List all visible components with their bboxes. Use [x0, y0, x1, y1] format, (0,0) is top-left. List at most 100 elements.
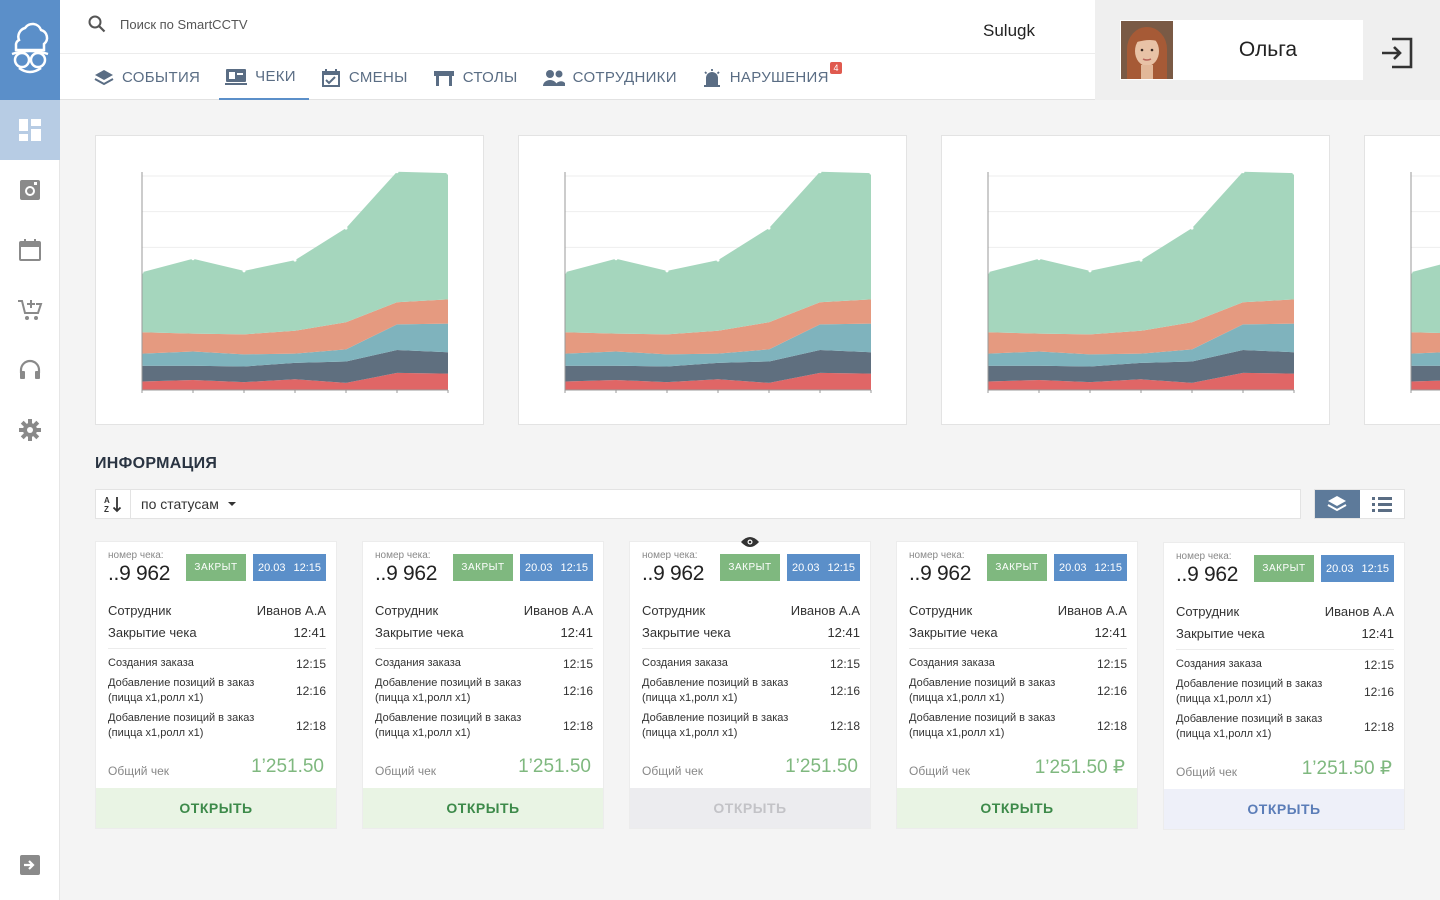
event-time: 12:18	[295, 719, 326, 733]
employee-label: Сотрудник	[909, 603, 973, 618]
tab-label: ЧЕКИ	[255, 68, 296, 85]
avatar	[1121, 21, 1173, 79]
tab-shifts[interactable]: СМЕНЫ	[315, 55, 421, 100]
time: 12:15	[1094, 561, 1123, 574]
receipt-number-label: номер чека:	[1176, 551, 1232, 562]
open-button[interactable]: ОТКРЫТЬ	[1164, 789, 1404, 829]
logout-button[interactable]	[1379, 36, 1415, 70]
tab-receipts[interactable]: ЧЕКИ	[219, 55, 309, 100]
employee-name: Иванов А.А	[523, 603, 593, 618]
tab-employees[interactable]: СОТРУДНИКИ	[537, 55, 690, 100]
receipt-number: ..9 962	[909, 562, 972, 585]
employee-name: Иванов А.А	[1324, 604, 1394, 619]
area-chart	[563, 170, 873, 393]
status-badge: ЗАКРЫТ	[453, 554, 513, 581]
total-amount: 1’251.50	[785, 756, 858, 777]
divider	[108, 648, 326, 649]
sidebar-item-cameras[interactable]	[0, 160, 60, 220]
total-amount: 1’251.50 ₽	[1301, 758, 1392, 779]
data-point	[446, 171, 450, 175]
event-text: Добавление позиций в заказ (пицца х1,рол…	[642, 677, 789, 704]
date: 20.03	[1058, 561, 1087, 574]
chart-card	[518, 135, 907, 425]
total-amount: 1’251.50 ₽	[1034, 757, 1125, 778]
app-logo[interactable]	[0, 0, 60, 100]
event-row: Добавление позиций в заказ (пицца х1,рол…	[1176, 677, 1394, 707]
profile-card[interactable]: Ольга	[1120, 20, 1363, 80]
event-text: Добавление позиций в заказ (пицца х1,рол…	[108, 712, 255, 739]
layers-icon	[1327, 496, 1347, 512]
tab-events[interactable]: СОБЫТИЯ	[88, 55, 213, 100]
time: 12:15	[827, 561, 856, 574]
tab-label: СТОЛЫ	[462, 69, 518, 86]
cart-add-icon	[18, 300, 43, 320]
receipt-card: номер чека: ..9 962 ЗАКРЫТ 20.03 12:15 Со…	[95, 541, 337, 829]
open-button[interactable]: ОТКРЫТЬ	[363, 788, 603, 828]
event-time: 12:16	[1363, 685, 1394, 699]
data-point	[1088, 269, 1092, 273]
event-text: Добавление позиций в заказ (пицца х1,рол…	[909, 677, 1056, 704]
status-filter-select[interactable]: по статусам	[131, 496, 237, 512]
date: 20.03	[257, 561, 286, 574]
receipt-number: ..9 962	[108, 562, 171, 585]
sidebar-item-dashboard[interactable]	[0, 100, 60, 160]
event-row: Создания заказа 12:15	[1176, 657, 1394, 672]
receipt-number: ..9 962	[375, 562, 438, 585]
sidebar-item-cart[interactable]	[0, 280, 60, 340]
event-text: Добавление позиций в заказ (пицца х1,рол…	[642, 712, 789, 739]
search-box	[88, 15, 420, 33]
sort-button[interactable]: A Z	[96, 490, 131, 518]
status-badge: ЗАКРЫТ	[987, 554, 1047, 581]
employee-row: Сотрудник Иванов А.А	[1176, 604, 1394, 619]
event-row: Создания заказа 12:15	[909, 656, 1127, 671]
sidebar-item-settings[interactable]	[0, 400, 60, 460]
event-row: Добавление позиций в заказ (пицца х1,рол…	[642, 711, 860, 741]
area-chart	[140, 170, 450, 393]
close-label: Закрытие чека	[375, 625, 464, 640]
view-cards-button[interactable]	[1315, 490, 1360, 518]
event-time: 12:18	[1363, 720, 1394, 734]
event-text: Создания заказа	[642, 657, 728, 669]
sidebar	[0, 0, 60, 900]
sidebar-collapse[interactable]	[0, 845, 60, 885]
receipt-number: ..9 962	[1176, 563, 1239, 586]
total-label: Общий чек	[1176, 765, 1237, 779]
open-button[interactable]: ОТКРЫТЬ	[897, 788, 1137, 828]
status-badge: ЗАКРЫТ	[186, 554, 246, 581]
logout-icon	[1382, 37, 1413, 69]
profile-area: Ольга	[1095, 0, 1440, 100]
tab-label: НАРУШЕНИЯ	[729, 69, 829, 86]
sidebar-item-support[interactable]	[0, 340, 60, 400]
data-point	[1037, 257, 1041, 261]
employee-name: Иванов А.А	[256, 603, 326, 618]
total-label: Общий чек	[108, 764, 169, 778]
data-point	[1241, 170, 1245, 174]
close-row: Закрытие чека 12:41	[375, 625, 593, 640]
time: 12:15	[1361, 562, 1390, 575]
receipt-number-label: номер чека:	[642, 550, 698, 561]
tab-tables[interactable]: СТОЛЫ	[427, 55, 531, 100]
search-icon	[88, 15, 106, 33]
tab-label: СОТРУДНИКИ	[572, 69, 677, 86]
camera-icon	[20, 180, 40, 200]
search-input[interactable]	[120, 16, 420, 32]
receipt-number-label: номер чека:	[909, 550, 965, 561]
open-button[interactable]: ОТКРЫТЬ	[96, 788, 336, 828]
sidebar-item-calendar[interactable]	[0, 220, 60, 280]
svg-text:A: A	[104, 496, 110, 505]
divider	[375, 648, 593, 649]
event-time: 12:18	[562, 719, 593, 733]
tab-violations[interactable]: НАРУШЕНИЯ 4	[696, 55, 842, 100]
area-chart	[986, 170, 1296, 393]
event-text: Создания заказа	[1176, 658, 1262, 670]
data-point	[191, 257, 195, 261]
area-series-4	[1411, 264, 1440, 334]
event-text: Создания заказа	[909, 657, 995, 669]
user-login: Sulugk	[983, 21, 1035, 40]
data-point	[716, 258, 720, 262]
data-point	[1139, 258, 1143, 262]
open-button[interactable]: ОТКРЫТЬ	[630, 788, 870, 828]
total-label: Общий чек	[375, 764, 436, 778]
employee-row: Сотрудник Иванов А.А	[909, 603, 1127, 618]
view-list-button[interactable]	[1360, 490, 1405, 518]
